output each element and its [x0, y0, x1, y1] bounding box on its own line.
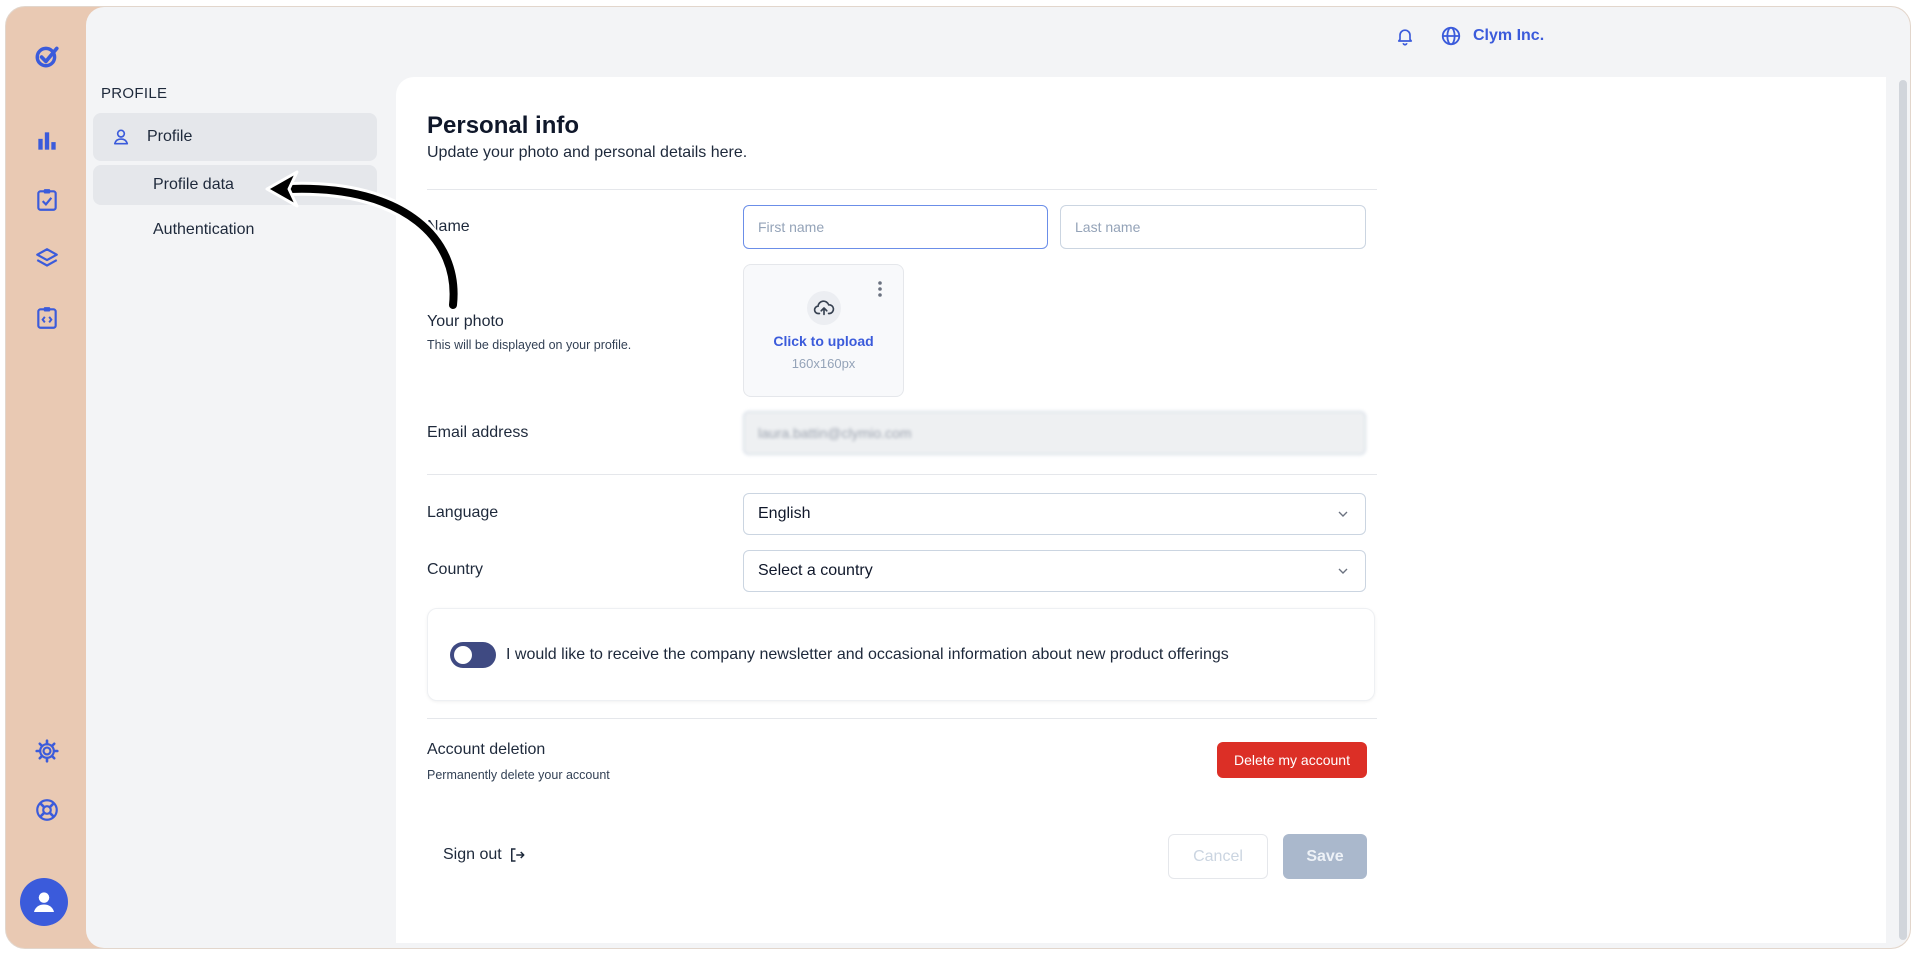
bell-icon[interactable] — [1393, 24, 1417, 48]
cancel-button[interactable]: Cancel — [1168, 834, 1268, 879]
last-name-input[interactable] — [1060, 205, 1366, 249]
org-name[interactable]: Clym Inc. — [1473, 27, 1544, 45]
scrollbar[interactable] — [1899, 80, 1907, 940]
account-deletion-subtitle: Permanently delete your account — [427, 768, 610, 782]
sidebar-item-authentication[interactable]: Authentication — [93, 210, 377, 250]
newsletter-card: I would like to receive the company news… — [427, 608, 1375, 701]
cloud-upload-icon — [806, 291, 841, 325]
photo-label: Your photo — [427, 313, 504, 330]
photo-hint: This will be displayed on your profile. — [427, 338, 632, 352]
account-deletion-title: Account deletion — [427, 741, 546, 758]
language-label: Language — [427, 504, 499, 521]
upload-cta[interactable]: Click to upload — [773, 333, 873, 349]
delete-account-button[interactable]: Delete my account — [1217, 742, 1367, 778]
photo-upload[interactable]: Click to upload 160x160px — [743, 264, 904, 397]
sidebar-section-title: PROFILE — [101, 85, 168, 102]
divider — [427, 474, 1377, 475]
upload-size-hint: 160x160px — [791, 356, 856, 371]
more-vertical-icon[interactable] — [877, 279, 883, 304]
user-icon — [113, 129, 129, 145]
sidebar-item-label: Authentication — [153, 221, 255, 238]
life-buoy-icon[interactable] — [32, 795, 62, 825]
gear-icon[interactable] — [32, 736, 62, 766]
email-label: Email address — [427, 424, 529, 441]
first-name-input[interactable] — [743, 205, 1048, 249]
sign-out-button[interactable]: Sign out — [443, 846, 526, 864]
language-select[interactable]: English — [743, 493, 1366, 535]
sidebar-item-label: Profile data — [153, 176, 234, 193]
page-subtitle: Update your photo and personal details h… — [427, 144, 748, 161]
logo-check-icon[interactable] — [30, 39, 64, 73]
divider — [427, 189, 1377, 190]
user-avatar-icon[interactable] — [20, 878, 68, 926]
page-title: Personal info — [427, 112, 580, 139]
language-value: English — [758, 505, 811, 522]
newsletter-text: I would like to receive the company news… — [506, 645, 1229, 663]
newsletter-toggle[interactable] — [450, 641, 496, 668]
country-label: Country — [427, 561, 484, 578]
sign-out-label: Sign out — [443, 846, 502, 863]
sidebar-item-profile[interactable]: Profile — [93, 113, 377, 161]
logout-icon — [510, 848, 525, 862]
chevron-down-icon — [1338, 511, 1348, 517]
country-select[interactable]: Select a country — [743, 550, 1366, 592]
name-label: Name — [427, 218, 470, 235]
sidebar-item-profile-data[interactable]: Profile data — [93, 165, 377, 205]
sidebar-item-label: Profile — [147, 128, 193, 145]
divider — [427, 718, 1377, 719]
save-button[interactable]: Save — [1283, 834, 1367, 879]
globe-icon[interactable] — [1439, 24, 1463, 48]
chevron-down-icon — [1338, 568, 1348, 574]
topbar: Clym Inc. — [1393, 24, 1544, 48]
email-field — [743, 411, 1366, 455]
country-value: Select a country — [758, 562, 873, 579]
bar-chart-icon[interactable] — [32, 126, 62, 156]
clipboard-code-icon[interactable] — [32, 303, 62, 333]
clipboard-check-icon[interactable] — [32, 185, 62, 215]
layers-icon[interactable] — [32, 244, 62, 274]
